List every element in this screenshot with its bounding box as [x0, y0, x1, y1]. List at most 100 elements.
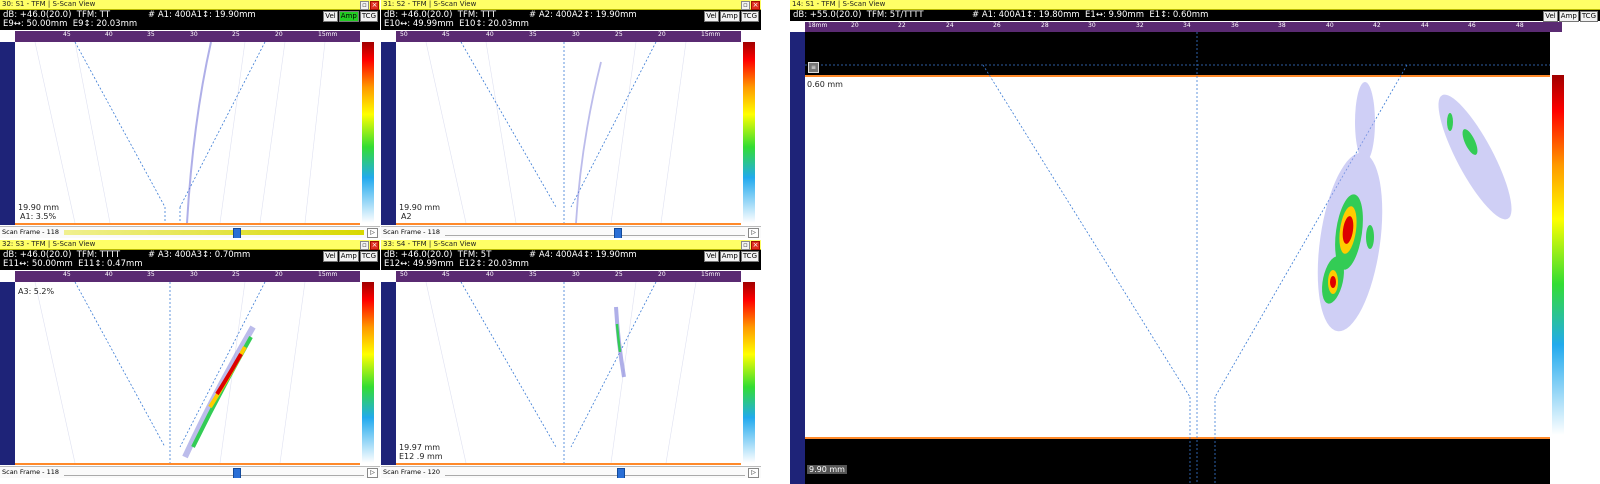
close-icon[interactable]: × [370, 1, 379, 10]
s-scan-image[interactable]: 19.90 mm A1: 3.5% [15, 42, 360, 225]
scan-slider-track[interactable] [64, 470, 364, 476]
close-icon[interactable]: × [370, 241, 379, 250]
ruler-label: 20 [658, 31, 666, 38]
mode-buttons: Vel Amp TCG [1543, 11, 1598, 22]
ruler-label: 40 [1326, 22, 1334, 29]
panel-titlebar[interactable]: 31: S2 - TFM | S-Scan View ▫ × [381, 0, 761, 10]
ruler-label: 32 [1136, 22, 1144, 29]
ruler-label: 38 [1278, 22, 1286, 29]
scan-frame-label: Scan Frame - 118 [2, 468, 60, 476]
depth-readout: 19.90 mm [18, 203, 60, 212]
info-bar: dB: +55.0(20.0) TFM: 5T/TTTT # A1: 400A1… [790, 10, 1600, 22]
panel-title: 32: S3 - TFM | S-Scan View [2, 240, 96, 248]
ruler-label: 20 [851, 22, 859, 29]
color-palette-bar [1552, 75, 1564, 435]
panel-titlebar[interactable]: 30: S1 - TFM | S-Scan View ▫ × [0, 0, 380, 10]
panel-titlebar[interactable]: 32: S3 - TFM | S-Scan View ▫ × [0, 240, 380, 250]
horizontal-ruler: 45 40 35 30 25 20 15mm [15, 271, 360, 282]
panel-titlebar[interactable]: 14: S1 - TFM | S-Scan View [790, 0, 1600, 10]
scan-slider-thumb[interactable] [617, 468, 625, 478]
ruler-label: 48 [1516, 22, 1524, 29]
scan-frame-label: Scan Frame - 118 [383, 228, 441, 236]
ruler-label: 26 [993, 22, 1001, 29]
panel-titlebar[interactable]: 33: S4 - TFM | S-Scan View ▫ × [381, 240, 761, 250]
mode-buttons: Vel Amp TCG [704, 251, 759, 262]
vel-button[interactable]: Vel [323, 251, 338, 262]
s-scan-image[interactable]: A3: 5.2% [15, 282, 360, 465]
gate-marker-icon[interactable]: ≡ [808, 62, 819, 73]
panel-s1: 30: S1 - TFM | S-Scan View ▫ × dB: +46.0… [0, 0, 380, 238]
ruler-label: 15mm [318, 31, 338, 38]
vertical-ruler [381, 42, 396, 225]
minimize-icon[interactable]: ▫ [360, 1, 369, 10]
play-icon[interactable]: ▷ [367, 228, 378, 238]
ruler-label: 28 [1041, 22, 1049, 29]
play-icon[interactable]: ▷ [367, 468, 378, 478]
ruler-label: 15mm [701, 31, 721, 38]
scan-slider-track[interactable] [445, 470, 745, 476]
scan-frame-bar: Scan Frame - 118 ▷ [0, 226, 380, 238]
info-cursor: E9↔: 50.00mm E9↕: 20.03mm [3, 19, 138, 29]
scan-frame-label: Scan Frame - 120 [383, 468, 441, 476]
mode-buttons: Vel Amp TCG [323, 11, 378, 22]
scan-frame-label: Scan Frame - 118 [2, 228, 60, 236]
ruler-label: 44 [1421, 22, 1429, 29]
amp-button[interactable]: Amp [1558, 11, 1579, 22]
ruler-label: 50 [400, 31, 408, 38]
panel-large-s1: 14: S1 - TFM | S-Scan View dB: +55.0(20.… [790, 0, 1600, 484]
tcg-button[interactable]: TCG [1579, 11, 1598, 22]
vertical-ruler [790, 32, 805, 484]
vertical-ruler [0, 282, 15, 465]
tcg-button[interactable]: TCG [740, 11, 759, 22]
mode-buttons: Vel Amp TCG [323, 251, 378, 262]
vel-button[interactable]: Vel [323, 11, 338, 22]
ruler-label: 25 [232, 271, 240, 278]
tcg-button[interactable]: TCG [359, 251, 378, 262]
play-icon[interactable]: ▷ [748, 468, 759, 478]
s-scan-image[interactable]: 19.97 mm E12 .9 mm [396, 282, 741, 465]
amplitude-readout: A3: 5.2% [18, 287, 55, 296]
close-icon[interactable]: × [751, 1, 760, 10]
vel-button[interactable]: Vel [704, 251, 719, 262]
scan-slider-track[interactable] [64, 230, 364, 235]
scan-slider-thumb[interactable] [614, 228, 622, 238]
ruler-label: 40 [105, 271, 113, 278]
scan-slider-track[interactable] [445, 230, 745, 236]
play-icon[interactable]: ▷ [748, 228, 759, 238]
ruler-label: 30 [572, 31, 580, 38]
vel-button[interactable]: Vel [704, 11, 719, 22]
scan-slider-thumb[interactable] [233, 468, 241, 478]
s-scan-image[interactable]: ≡ 0.60 mm 9.90 mm [805, 32, 1550, 484]
ruler-label: 35 [529, 271, 537, 278]
tcg-button[interactable]: TCG [359, 11, 378, 22]
amp-button[interactable]: Amp [338, 251, 359, 262]
panel-title: 30: S1 - TFM | S-Scan View [2, 0, 96, 8]
color-palette-bar [743, 282, 755, 463]
tcg-button[interactable]: TCG [740, 251, 759, 262]
amp-button[interactable]: Amp [719, 11, 740, 22]
info-amplitude: # A2: 400A2↕: 19.90mm [529, 10, 637, 20]
horizontal-ruler: 45 40 35 30 25 20 15mm [15, 31, 360, 42]
depth-readout: 19.90 mm [399, 203, 441, 212]
horizontal-ruler: 50 45 40 35 30 25 20 15mm [396, 271, 741, 282]
vel-button[interactable]: Vel [1543, 11, 1558, 22]
minimize-icon[interactable]: ▫ [360, 241, 369, 250]
ruler-label: 50 [400, 271, 408, 278]
amp-button[interactable]: Amp [338, 11, 359, 22]
horizontal-ruler: 50 45 40 35 30 25 20 15mm [396, 31, 741, 42]
close-icon[interactable]: × [751, 241, 760, 250]
ruler-label: 25 [232, 31, 240, 38]
amp-button[interactable]: Amp [719, 251, 740, 262]
ruler-label: 20 [275, 271, 283, 278]
panel-s2: 31: S2 - TFM | S-Scan View ▫ × dB: +46.0… [381, 0, 761, 238]
panel-s4: 33: S4 - TFM | S-Scan View ▫ × dB: +46.0… [381, 240, 761, 478]
s-scan-image[interactable]: 19.90 mm A2 [396, 42, 741, 225]
ruler-label: 45 [442, 31, 450, 38]
info-cursor: E12↔: 49.99mm E12↕: 20.03mm [384, 259, 529, 269]
scan-slider-thumb[interactable] [233, 228, 241, 238]
minimize-icon[interactable]: ▫ [741, 1, 750, 10]
panel-title: 31: S2 - TFM | S-Scan View [383, 0, 477, 8]
ruler-label: 45 [63, 271, 71, 278]
minimize-icon[interactable]: ▫ [741, 241, 750, 250]
panel-title: 33: S4 - TFM | S-Scan View [383, 240, 477, 248]
